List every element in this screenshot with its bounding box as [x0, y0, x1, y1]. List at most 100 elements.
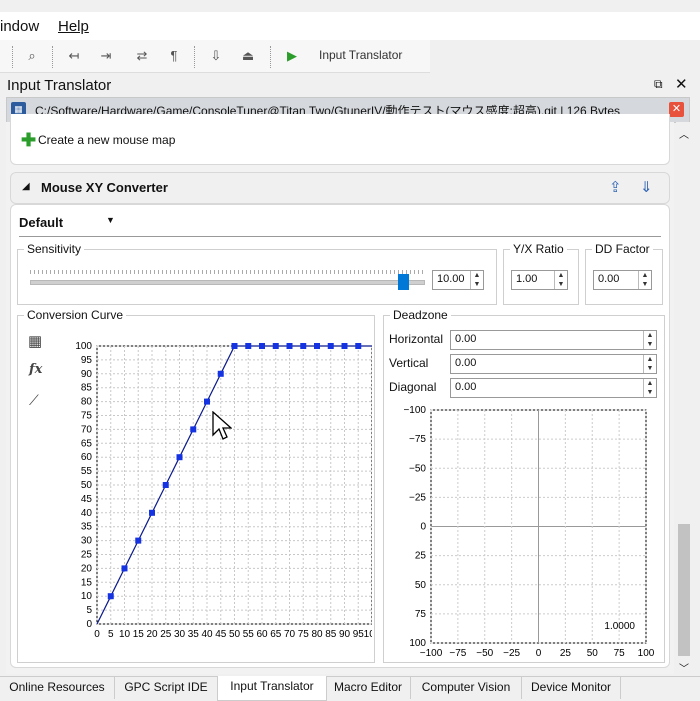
chart-x-ticks: 05 10152025303540455055606570758085909510… — [94, 629, 372, 640]
device-icon[interactable]: ⏏ — [240, 48, 256, 64]
wrap-icon[interactable]: ⇄ — [134, 48, 150, 64]
close-panel-icon[interactable]: ✕ — [675, 75, 688, 93]
curve-point — [121, 565, 128, 572]
deadzone-x-tick-label: −50 — [476, 648, 493, 658]
curve-point — [107, 593, 114, 600]
vertical-label: Vertical — [389, 356, 429, 370]
curve-point — [327, 343, 334, 349]
x-tick-label: 85 — [325, 629, 337, 640]
mouse-cursor-icon — [212, 411, 232, 440]
scroll-up-icon[interactable]: ︿ — [679, 126, 689, 141]
x-tick-label: 30 — [174, 629, 186, 640]
sensitivity-slider[interactable] — [30, 280, 425, 285]
panel-header: Input Translator ⧉ ✕ — [0, 76, 700, 96]
table-icon[interactable]: ▦ — [28, 332, 42, 350]
pilcrow-icon[interactable]: ¶ — [166, 48, 182, 64]
export-icon[interactable]: ⇪ — [609, 178, 622, 196]
spin-arrows-icon[interactable]: ▲ ▼ — [638, 271, 651, 289]
download-icon[interactable]: ⇩ — [208, 48, 224, 64]
x-tick-label: 5 — [108, 629, 114, 640]
find-icon[interactable]: ⌕ — [24, 48, 40, 64]
sensitivity-value: 10.00 — [437, 273, 465, 285]
horizontal-spinbox[interactable]: 0.00 ▲ ▼ — [450, 330, 657, 350]
sensitivity-spinbox[interactable]: 10.00 ▲ ▼ — [432, 270, 484, 290]
deadzone-group: Deadzone Horizontal 0.00 ▲ ▼ Vertical 0.0… — [383, 308, 665, 663]
deadzone-label: Deadzone — [390, 308, 451, 322]
spin-arrows-icon[interactable]: ▲ ▼ — [554, 271, 567, 289]
tab-computer-vision[interactable]: Computer Vision — [411, 677, 522, 699]
vertical-scrollbar[interactable]: ︿ ﹀ — [676, 122, 692, 675]
toolbar-separator — [12, 46, 14, 68]
sensitivity-group: Sensitivity 10.00 ▲ ▼ — [17, 242, 497, 305]
yx-ratio-spinbox[interactable]: 1.00 ▲ ▼ — [511, 270, 568, 290]
deadzone-y-tick-label: −25 — [409, 492, 426, 503]
toolbar: ⌕ ↤ ⇥ ⇄ ¶ ⇩ ⏏ ▶ Input Translator — [0, 40, 430, 73]
menu-help[interactable]: Help — [58, 18, 89, 35]
panel-title: Input Translator — [7, 77, 112, 94]
line-tool-icon[interactable]: ⟋ — [29, 392, 39, 409]
spin-arrows-icon[interactable]: ▲ ▼ — [643, 331, 656, 349]
converter-header[interactable]: ◢ Mouse XY Converter ⇪ ⇓ — [10, 172, 670, 204]
deadzone-x-tick-label: −75 — [449, 648, 466, 658]
indent-icon[interactable]: ⇥ — [98, 48, 114, 64]
deadzone-y-tick-label: 25 — [415, 551, 427, 562]
deadzone-y-tick-label: −100 — [403, 405, 426, 416]
toolbar-separator — [270, 46, 272, 68]
preset-select[interactable]: Default — [19, 215, 63, 230]
run-button-label[interactable]: Input Translator — [319, 48, 402, 62]
spin-arrows-icon[interactable]: ▲ ▼ — [643, 355, 656, 373]
y-tick-label: 10 — [81, 591, 93, 602]
divider — [19, 236, 661, 237]
deadzone-x-tick-label: 50 — [587, 648, 599, 658]
content-area: ✚ Create a new mouse map ◢ Mouse XY Conv… — [6, 114, 674, 674]
spin-arrows-icon[interactable]: ▲ ▼ — [643, 379, 656, 397]
tab-online-resources[interactable]: Online Resources — [0, 677, 115, 699]
import-icon[interactable]: ⇓ — [640, 178, 653, 196]
y-tick-label: 0 — [86, 619, 92, 630]
close-file-button[interactable]: ✕ — [669, 102, 684, 117]
menu-window[interactable]: indow — [0, 18, 39, 35]
play-icon[interactable]: ▶ — [284, 48, 300, 64]
y-tick-label: 100 — [75, 341, 92, 352]
deadzone-x-tick-label: 75 — [614, 648, 626, 658]
create-mouse-map-link[interactable]: Create a new mouse map — [38, 133, 175, 147]
x-tick-label: 60 — [256, 629, 268, 640]
unindent-icon[interactable]: ↤ — [66, 48, 82, 64]
scrollbar-thumb[interactable] — [678, 524, 690, 656]
curve-point — [162, 482, 169, 488]
tab-device-monitor[interactable]: Device Monitor — [522, 677, 621, 699]
x-tick-label: 50 — [229, 629, 241, 640]
dd-factor-spinbox[interactable]: 0.00 ▲ ▼ — [593, 270, 652, 290]
toolbar-separator — [52, 46, 54, 68]
vertical-spinbox[interactable]: 0.00 ▲ ▼ — [450, 354, 657, 374]
y-tick-label: 40 — [81, 508, 93, 519]
tab-input-translator[interactable]: Input Translator — [217, 676, 327, 701]
sensitivity-slider-thumb[interactable] — [398, 274, 410, 290]
curve-point — [272, 343, 279, 349]
deadzone-grid — [430, 409, 647, 644]
scroll-down-icon[interactable]: ﹀ — [679, 660, 689, 675]
curve-point — [259, 343, 265, 349]
tab-gpc-script-ide[interactable]: GPC Script IDE — [115, 677, 218, 699]
conversion-curve-chart[interactable]: 1009590858075706560555045403530252015105… — [46, 334, 372, 652]
tab-macro-editor[interactable]: Macro Editor — [326, 677, 411, 699]
yx-ratio-label: Y/X Ratio — [510, 242, 567, 256]
conversion-curve-group: Conversion Curve ▦ fx ⟋ 100 95 90 85 80 75 70 6… — [17, 308, 375, 663]
chart-grid — [96, 345, 372, 625]
y-tick-label: 5 — [86, 605, 92, 616]
x-tick-label: 55 — [243, 629, 255, 640]
chevron-down-icon[interactable]: ▼ — [106, 215, 115, 225]
float-icon[interactable]: ⧉ — [654, 77, 663, 92]
collapse-icon[interactable]: ◢ — [22, 181, 30, 192]
spin-arrows-icon[interactable]: ▲ ▼ — [470, 271, 483, 289]
curve-point — [245, 343, 252, 349]
diagonal-label: Diagonal — [389, 380, 437, 394]
deadzone-y-tick-label: 50 — [415, 580, 427, 591]
y-tick-label: 65 — [81, 438, 93, 449]
y-tick-label: 45 — [81, 494, 93, 505]
y-tick-label: 70 — [81, 424, 93, 435]
horizontal-value: 0.00 — [455, 333, 477, 345]
diagonal-spinbox[interactable]: 0.00 ▲ ▼ — [450, 378, 657, 398]
function-icon[interactable]: fx — [29, 362, 42, 377]
deadzone-x-ticks: −100 −75 −50 −25 0 25 50 75 100 — [420, 648, 655, 658]
